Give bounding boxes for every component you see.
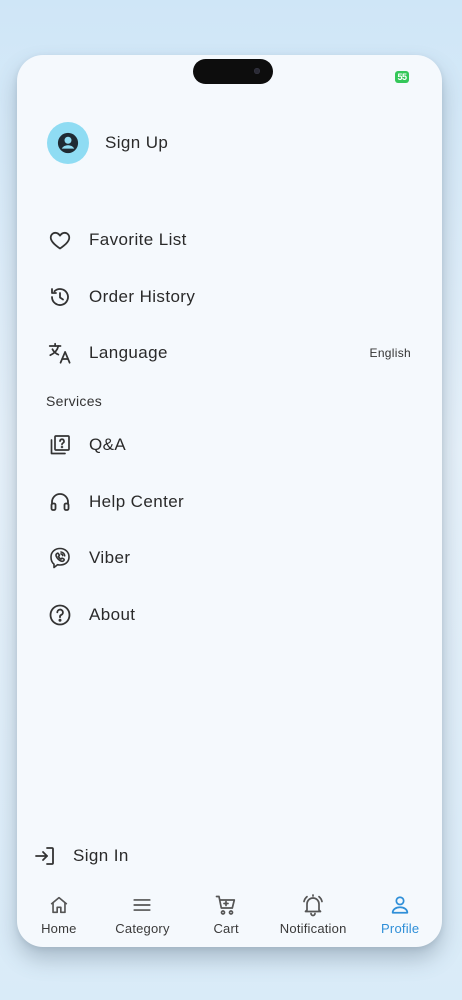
nav-profile[interactable]: Profile bbox=[370, 893, 430, 936]
menu-item-label: Q&A bbox=[89, 435, 127, 454]
signup-label: Sign Up bbox=[105, 133, 169, 152]
menu-item-label: Favorite List bbox=[89, 230, 187, 249]
home-icon bbox=[47, 893, 71, 917]
menu-item-order-history[interactable]: Order History bbox=[47, 277, 411, 317]
login-icon bbox=[32, 843, 58, 869]
battery-indicator: 55 bbox=[395, 71, 409, 83]
app-screen: 55 Sign Up Favorite List Order History L… bbox=[17, 55, 442, 947]
cart-icon bbox=[214, 893, 238, 917]
nav-label: Notification bbox=[279, 921, 347, 936]
menu-item-label: Language bbox=[89, 343, 168, 362]
account-circle-icon bbox=[57, 132, 79, 154]
signin-button[interactable]: Sign In bbox=[32, 836, 129, 876]
nav-label: Cart bbox=[213, 921, 239, 936]
menu-item-about[interactable]: About bbox=[47, 595, 411, 635]
services-heading: Services bbox=[46, 393, 103, 409]
nav-cart[interactable]: Cart bbox=[196, 893, 256, 936]
signin-label: Sign In bbox=[73, 846, 129, 865]
translate-icon bbox=[47, 340, 73, 366]
history-icon bbox=[47, 284, 73, 310]
dynamic-island bbox=[193, 59, 273, 84]
menu-icon bbox=[130, 893, 154, 917]
nav-home[interactable]: Home bbox=[29, 893, 89, 936]
nav-label: Category bbox=[115, 921, 170, 936]
bottom-nav: Home Category Cart Notification Profile bbox=[17, 883, 442, 947]
bell-icon bbox=[301, 893, 325, 917]
menu-item-favorite-list[interactable]: Favorite List bbox=[47, 220, 411, 260]
menu-item-label: About bbox=[89, 605, 136, 624]
menu-item-viber[interactable]: Viber bbox=[47, 538, 411, 578]
menu-item-label: Order History bbox=[89, 287, 196, 306]
heart-icon bbox=[47, 227, 73, 253]
menu-item-qa[interactable]: Q&A bbox=[47, 425, 411, 465]
avatar bbox=[47, 122, 89, 164]
viber-icon bbox=[47, 545, 73, 571]
nav-category[interactable]: Category bbox=[112, 893, 172, 936]
nav-notification[interactable]: Notification bbox=[280, 893, 347, 936]
help-circle-icon bbox=[47, 602, 73, 628]
language-value: English bbox=[369, 346, 411, 360]
menu-item-help-center[interactable]: Help Center bbox=[47, 482, 411, 522]
menu-item-label: Viber bbox=[89, 548, 131, 567]
person-icon bbox=[388, 893, 412, 917]
nav-label: Profile bbox=[381, 921, 420, 936]
nav-label: Home bbox=[41, 921, 77, 936]
menu-item-label: Help Center bbox=[89, 492, 185, 511]
headset-icon bbox=[47, 489, 73, 515]
menu-item-language[interactable]: Language English bbox=[47, 333, 411, 373]
camera-icon bbox=[254, 68, 260, 74]
signup-button[interactable]: Sign Up bbox=[47, 122, 168, 164]
question-box-icon bbox=[47, 432, 73, 458]
